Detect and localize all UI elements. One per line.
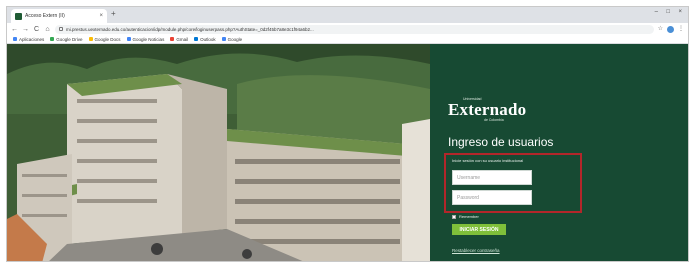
bookmark-label: Aplicaciones [19, 36, 45, 42]
back-button[interactable]: ← [11, 26, 18, 33]
bookmark-icon [88, 37, 93, 41]
password-field[interactable] [452, 190, 532, 205]
bookmark-icon [221, 37, 226, 41]
bookmark-label: Google Drive [56, 36, 83, 42]
bookmark-item[interactable]: Google Noticias [126, 36, 165, 42]
university-logo: Externado [448, 100, 527, 119]
close-window-button[interactable]: × [678, 9, 682, 15]
browser-toolbar: ← → C ⌂ mi.prestus.uexternado.edu.co/aut… [7, 23, 688, 35]
remember-label: Remember [459, 214, 479, 219]
page-title: Ingreso de usuarios [448, 135, 554, 149]
home-button[interactable]: ⌂ [44, 26, 51, 33]
bookmark-item[interactable]: Aplicaciones [13, 37, 44, 42]
bookmark-item[interactable]: Gmail [170, 37, 188, 42]
bookmark-icon [170, 37, 175, 41]
forward-button[interactable]: → [22, 26, 29, 33]
bookmark-label: Google Docs [94, 36, 121, 42]
profile-avatar[interactable] [667, 25, 674, 33]
bookmark-star-icon[interactable]: ☆ [658, 26, 663, 32]
login-button[interactable]: INICIAR SESIÓN [452, 224, 506, 235]
page-viewport: Universidad Externado de Colombia Ingres… [7, 44, 688, 261]
address-bar[interactable]: mi.prestus.uexternado.edu.co/autenticaci… [55, 24, 654, 34]
bookmark-item[interactable]: Google Drive [50, 36, 83, 42]
lock-icon [59, 27, 63, 31]
bookmark-label: Google [227, 36, 243, 42]
bookmark-item[interactable]: Google [221, 36, 243, 42]
bookmark-label: Outlook [200, 36, 216, 42]
bookmark-label: Gmail [176, 36, 189, 42]
tab-strip: Acceso Extern (II) × + – □ × [7, 7, 688, 23]
login-panel: Universidad Externado de Colombia Ingres… [430, 44, 688, 261]
maximize-button[interactable]: □ [666, 9, 670, 15]
bookmark-icon [194, 37, 199, 41]
new-tab-button[interactable]: + [111, 10, 116, 18]
bookmarks-bar: Aplicaciones Google Drive Google Docs Go… [7, 35, 688, 44]
reload-button[interactable]: C [33, 26, 40, 33]
tab-close-icon[interactable]: × [99, 13, 103, 19]
bookmark-icon [13, 37, 17, 41]
favicon-icon [15, 12, 22, 20]
bookmark-item[interactable]: Google Docs [88, 36, 121, 42]
browser-menu-icon[interactable]: ⋮ [678, 26, 684, 32]
remember-me[interactable]: Remember [452, 214, 479, 219]
url-text[interactable]: mi.prestus.uexternado.edu.co/autenticaci… [66, 27, 314, 32]
forgot-password-link[interactable]: Restablecer contraseña [452, 248, 500, 253]
remember-checkbox[interactable] [452, 214, 456, 219]
browser-tab[interactable]: Acceso Extern (II) × [11, 9, 107, 23]
logo-caption-bottom: de Colombia [484, 118, 504, 122]
username-field[interactable] [452, 170, 532, 185]
campus-photo [7, 44, 430, 261]
tab-title: Acceso Extern (II) [25, 13, 65, 19]
browser-window: Acceso Extern (II) × + – □ × ← → C ⌂ mi.… [6, 6, 689, 262]
bookmark-item[interactable]: Outlook [194, 37, 216, 42]
bookmark-icon [126, 37, 131, 41]
minimize-button[interactable]: – [655, 9, 658, 15]
bookmark-label: Google Noticias [132, 36, 165, 42]
login-instructions: Inicie sesión con su usuario institucion… [452, 158, 524, 163]
bookmark-icon [50, 37, 55, 41]
